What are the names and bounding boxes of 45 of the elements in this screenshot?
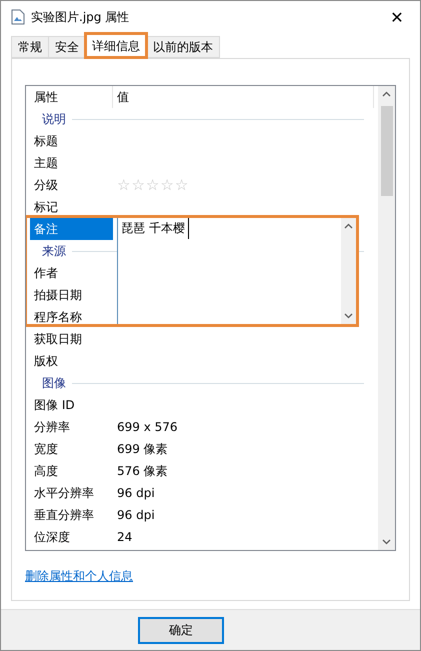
property-name[interactable]: 获取日期 [30,328,113,350]
property-value: 699 x 576 [116,420,178,434]
property-name[interactable]: 高度 [30,460,113,482]
property-name[interactable]: 拍摄日期 [30,284,113,306]
scroll-thumb[interactable] [380,106,392,196]
tab[interactable]: 常规 [11,36,49,58]
tab[interactable]: 详细信息 [85,33,147,58]
group-label: 说明 [42,110,66,128]
property-name[interactable]: 标记 [30,196,113,218]
property-name[interactable]: 分级 [30,174,113,196]
property-name[interactable]: 备注 [30,218,113,240]
property-name[interactable]: 作者 [30,262,113,284]
property-name[interactable]: 标题 [30,130,113,152]
property-name[interactable]: 主题 [30,152,113,174]
property-name[interactable]: 版权 [30,350,113,372]
group-label: 图像 [42,374,66,392]
column-header[interactable]: 属性 [30,86,113,108]
property-name[interactable]: 水平分辨率 [30,482,113,504]
scroll-down-icon[interactable] [344,313,353,319]
property-value: 699 像素 [116,440,168,458]
property-value: 24 [116,530,132,544]
scroll-up-icon[interactable] [382,91,391,97]
property-name[interactable]: 位深度 [30,526,113,548]
property-value: 96 dpi [116,486,155,500]
property-name[interactable]: 程序名称 [30,306,113,328]
scroll-up-icon[interactable] [344,223,353,229]
property-name[interactable]: 图像 ID [30,394,113,416]
text-field[interactable]: 琵琶 千本樱 [117,217,357,325]
close-button[interactable]: ✕ [374,1,420,33]
property-name[interactable]: 垂直分辨率 [30,504,113,526]
image-file-icon [11,9,25,25]
ok-button[interactable]: 确定 [138,616,224,644]
property-value: 576 像素 [116,462,168,480]
tab[interactable]: 以前的版本 [146,36,220,58]
field-value: 琵琶 千本樱 [118,218,189,239]
scrollbar[interactable] [378,86,395,550]
property-name[interactable]: 宽度 [30,438,113,460]
scroll-down-icon[interactable] [382,539,391,545]
window-title: 实验图片.jpg 属性 [31,8,130,26]
tab[interactable]: 安全 [48,36,86,58]
group-label: 来源 [42,242,66,260]
property-value: 96 dpi [116,508,155,522]
column-header[interactable]: 值 [113,86,374,108]
property-name[interactable]: 分辨率 [30,416,113,438]
remove-properties-link[interactable]: 删除属性和个人信息 [25,568,133,585]
